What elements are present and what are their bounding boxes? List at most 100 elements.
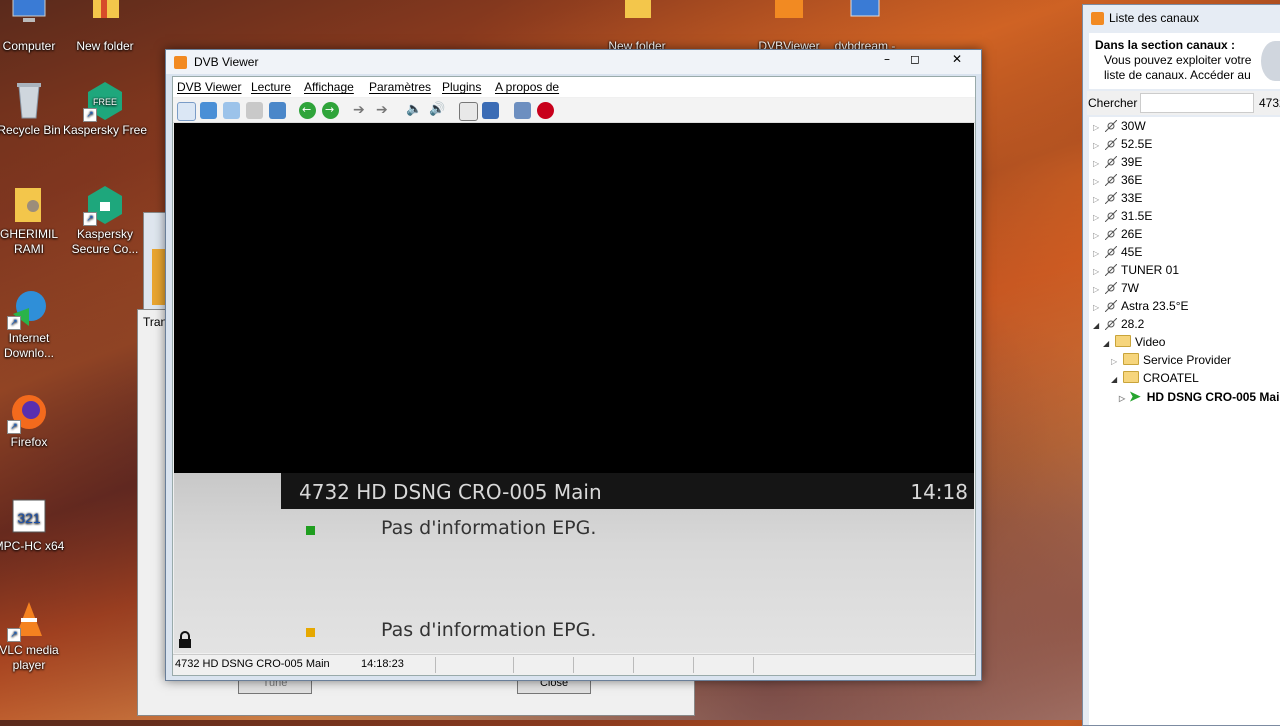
menu-parametres[interactable]: Paramètres [369, 80, 431, 94]
collapse-arrow-icon[interactable]: ◢ [1103, 335, 1111, 353]
search-label: Chercher [1088, 96, 1138, 110]
video-area[interactable]: 4732 HD DSNG CRO-005 Main 14:18 Pas d'in… [174, 123, 974, 653]
tree-item-label: Astra 23.5°E [1121, 299, 1189, 313]
desktop-icon-firefox[interactable]: ↗ Firefox [0, 392, 72, 450]
display-icon[interactable] [246, 102, 263, 119]
status-divider [435, 657, 436, 673]
tree-item-label: 39E [1121, 155, 1143, 169]
desktop-icon-dvbdream[interactable]: dvbdream - [822, 0, 908, 54]
tree-item-30w[interactable]: ▷ 30W [1093, 117, 1146, 135]
search-input[interactable] [1140, 93, 1254, 113]
minimize-button[interactable]: – [872, 50, 902, 70]
epg-icon[interactable] [482, 102, 499, 119]
tree-item-video[interactable]: ◢ Video [1103, 333, 1165, 351]
osd-icon[interactable] [177, 102, 196, 121]
tree-item-45e[interactable]: ▷ 45E [1093, 243, 1142, 261]
close-window-button[interactable]: ✕ [938, 50, 976, 70]
tree-item-tuner-01[interactable]: ▷ TUNER 01 [1093, 261, 1179, 279]
folder-icon [85, 0, 125, 36]
tree-item-label: 30W [1121, 119, 1146, 133]
satellite-icon [1105, 264, 1117, 276]
tree-item-28-2[interactable]: ◢ 28.2 [1093, 315, 1144, 333]
desktop-icon-mpc-hc[interactable]: 321 MPC-HC x64 [0, 496, 72, 554]
osd-time: 14:18 [910, 480, 968, 504]
tree-item-label: 52.5E [1121, 137, 1153, 151]
tree-item-croatel[interactable]: ◢ CROATEL [1111, 369, 1199, 387]
desktop-icon-internet-download[interactable]: ↗ Internet Downlo... [0, 288, 72, 361]
search-row: Chercher 4732 [1087, 91, 1280, 115]
satellite-icon [1105, 228, 1117, 240]
satellite-icon [1105, 138, 1117, 150]
menu-a-propos[interactable]: A propos de [495, 80, 559, 94]
folder-icon [1123, 371, 1139, 383]
picture-icon[interactable] [200, 102, 217, 119]
dvbviewer-icon [769, 0, 809, 36]
desktop-icon-label: Kaspersky Free [62, 123, 148, 137]
window-icon[interactable] [223, 102, 240, 119]
channels-icon[interactable] [269, 102, 286, 119]
title-bar[interactable]: DVB Viewer – ◻ ✕ [166, 50, 981, 74]
osd-channel-name: 4732 HD DSNG CRO-005 Main [299, 480, 602, 504]
volume-down-icon[interactable]: 🔈 [406, 102, 423, 119]
tree-item-31-5e[interactable]: ▷ 31.5E [1093, 207, 1152, 225]
desktop-icon-kaspersky-secure[interactable]: ↗ Kaspersky Secure Co... [62, 184, 148, 257]
channel-list-app-icon [1091, 12, 1104, 25]
tree-item-39e[interactable]: ▷ 39E [1093, 153, 1142, 171]
computer-icon [9, 0, 49, 36]
status-bar: 4732 HD DSNG CRO-005 Main 14:18:23 [173, 654, 975, 675]
record-icon[interactable] [537, 102, 554, 119]
internet-download-icon: ↗ [7, 288, 49, 330]
maximize-button[interactable]: ◻ [900, 50, 930, 70]
menu-bar: DVB Viewer Lecture Affichage Paramètres … [173, 77, 975, 97]
channel-info-heading: Dans la section canaux : [1095, 38, 1236, 52]
tree-item-label: 31.5E [1121, 209, 1153, 223]
timer-icon[interactable] [459, 102, 478, 121]
channel-list-title: Liste des canaux [1109, 11, 1200, 25]
back-icon[interactable]: ← [299, 102, 316, 119]
menu-lecture[interactable]: Lecture [251, 80, 291, 94]
forward-icon[interactable]: → [322, 102, 339, 119]
next-icon[interactable]: ➔ [376, 102, 393, 119]
satellite-icon [1105, 210, 1117, 222]
satellite-icon [1105, 174, 1117, 186]
tree-item-26e[interactable]: ▷ 26E [1093, 225, 1142, 243]
desktop-icon-kaspersky-free[interactable]: FREE ↗ Kaspersky Free [62, 80, 148, 138]
menu-plugins[interactable]: Plugins [442, 80, 481, 94]
menu-affichage[interactable]: Affichage [304, 80, 354, 94]
epg-now-indicator [306, 526, 315, 535]
settings-icon[interactable] [514, 102, 531, 119]
channel-info-text: Vous pouvez exploiter votre liste de can… [1104, 53, 1252, 82]
tree-item-hd-dsng-cro-005[interactable]: ▷ ➤ HD DSNG CRO-005 Main [1119, 387, 1280, 405]
satellite-icon [1105, 300, 1117, 312]
desktop-icon-label: Firefox [10, 435, 48, 449]
menu-dvb-viewer[interactable]: DVB Viewer [177, 80, 241, 94]
collapse-arrow-icon[interactable]: ◢ [1111, 371, 1119, 389]
channel-info-panel: Dans la section canaux : Vous pouvez exp… [1089, 33, 1280, 89]
expand-arrow-icon[interactable]: ▷ [1119, 390, 1127, 408]
prev-icon[interactable]: ➔ [353, 102, 370, 119]
search-extra-field[interactable]: 4732 [1259, 96, 1280, 110]
volume-up-icon[interactable]: 🔊 [429, 102, 446, 119]
desktop-icon-dvbviewer[interactable]: DVBViewer [746, 0, 832, 54]
desktop-icon-vlc[interactable]: ↗ VLC media player [0, 600, 72, 673]
desktop-icon-label: Internet Downlo... [3, 331, 55, 360]
tree-item-service-provider[interactable]: ▷ Service Provider [1111, 351, 1231, 369]
tree-item-36e[interactable]: ▷ 36E [1093, 171, 1142, 189]
dvbviewer-app-icon [174, 56, 187, 69]
tree-item-label: TUNER 01 [1121, 263, 1180, 277]
vlc-icon: ↗ [7, 600, 49, 642]
kaspersky-secure-icon: ↗ [83, 184, 125, 226]
desktop-icon-new-folder-2[interactable]: New folder [594, 0, 680, 54]
satellite-icon [1105, 156, 1117, 168]
satellite-icon [1105, 120, 1117, 132]
tree-item-33e[interactable]: ▷ 33E [1093, 189, 1142, 207]
tree-item-label: 7W [1121, 281, 1139, 295]
tree-item-7w[interactable]: ▷ 7W [1093, 279, 1139, 297]
desktop-icon-new-folder[interactable]: New folder [62, 0, 148, 54]
status-divider [513, 657, 514, 673]
satellite-icon [1105, 192, 1117, 204]
toolbar: ← → ➔ ➔ 🔈 🔊 [173, 98, 975, 123]
tree-item-astra-23-5e[interactable]: ▷ Astra 23.5°E [1093, 297, 1189, 315]
collapse-arrow-icon[interactable]: ◢ [1093, 317, 1101, 335]
tree-item-52-5e[interactable]: ▷ 52.5E [1093, 135, 1152, 153]
